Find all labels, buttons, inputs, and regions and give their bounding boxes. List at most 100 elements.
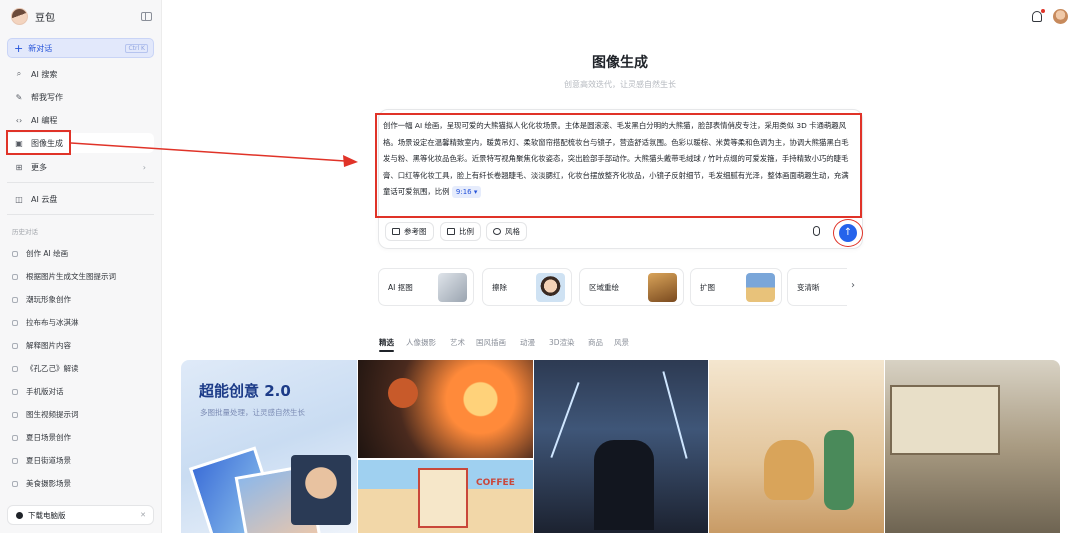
tab-guofeng[interactable]: 国风插画 — [476, 337, 506, 348]
chat-bubble-icon — [12, 365, 18, 372]
history-item[interactable]: 《孔乙己》解读 — [12, 363, 152, 374]
lightning-bolt — [550, 382, 580, 458]
grid-icon: ⊞ — [15, 162, 23, 172]
card-enhance[interactable]: 变清晰 — [787, 268, 847, 306]
chat-bubble-icon — [12, 273, 18, 280]
prompt-input[interactable]: 创作一幅 AI 绘画，呈现可爱的大熊猫拟人化化妆场景。主体是圆滚滚、毛发黑白分明… — [375, 113, 862, 218]
image-icon — [392, 228, 400, 235]
tab-anime[interactable]: 动漫 — [520, 337, 535, 348]
history-item-label: 手机版对话 — [26, 387, 64, 396]
chat-bubble-icon — [12, 457, 18, 464]
tab-art[interactable]: 艺术 — [450, 337, 465, 348]
card-label: 变清晰 — [797, 282, 820, 292]
tool-label: 比例 — [459, 227, 474, 236]
cutout-thumbnail — [438, 273, 467, 302]
sidebar-item-ai-search[interactable]: ⌕ AI 搜索 — [7, 64, 154, 84]
chat-bubble-icon — [12, 342, 18, 349]
arrow-up-icon: ↑ — [843, 227, 853, 238]
history-item-label: 夏日街道场景 — [26, 456, 71, 465]
plus-icon: + — [14, 41, 24, 55]
download-desktop-button[interactable]: 下载电脑版 ✕ — [7, 505, 154, 525]
send-button[interactable]: ↑ — [839, 224, 857, 242]
tab-3d[interactable]: 3D渲染 — [549, 337, 575, 348]
tab-portrait[interactable]: 人像摄影 — [406, 337, 436, 348]
sidebar-item-coding[interactable]: ‹› AI 编程 — [7, 110, 154, 130]
download-icon — [16, 511, 23, 519]
history-item[interactable]: 夏日街道场景 — [12, 455, 152, 466]
history-item-label: 根据图片生成文生图提示词 — [26, 272, 116, 281]
sidebar-item-label: 更多 — [31, 162, 47, 172]
brand[interactable]: 豆包 — [11, 8, 55, 25]
new-chat-button[interactable]: + 新对话 Ctrl K — [7, 38, 154, 58]
code-icon: ‹› — [15, 115, 23, 125]
tool-label: 参考图 — [404, 227, 427, 236]
sidebar-item-label: AI 云盘 — [31, 194, 58, 204]
page-title: 图像生成 — [592, 55, 648, 71]
cloud-drive-icon: ◫ — [15, 194, 23, 204]
close-icon[interactable]: ✕ — [140, 511, 146, 519]
chevron-right-icon: › — [142, 162, 146, 172]
style-button[interactable]: 风格 — [486, 222, 527, 241]
user-avatar[interactable] — [1053, 9, 1068, 24]
brand-avatar — [11, 8, 28, 25]
card-ai-cutout[interactable]: AI 抠图 — [378, 268, 474, 306]
train-car — [890, 385, 1000, 455]
card-outpaint[interactable]: 扩图 — [690, 268, 782, 306]
history-item-label: 图生视频提示词 — [26, 410, 79, 419]
history-item[interactable]: 创作 AI 绘画 — [12, 248, 152, 259]
history-item[interactable]: 手机版对话 — [12, 386, 152, 397]
promo-subtitle: 多图批量处理，让灵感自然生长 — [200, 408, 305, 417]
ratio-button[interactable]: 比例 — [440, 222, 481, 241]
shortcut-hint: Ctrl K — [125, 44, 148, 53]
chat-bubble-icon — [12, 388, 18, 395]
promo-portrait — [291, 455, 351, 525]
chevron-right-icon[interactable]: › — [851, 280, 855, 291]
sidebar-item-label: 帮我写作 — [31, 92, 63, 102]
chat-bubble-icon — [12, 296, 18, 303]
gallery-image-coffee-shop[interactable] — [358, 460, 533, 533]
history-item[interactable]: 美食摄影场景 — [12, 478, 152, 489]
reference-image-button[interactable]: 参考图 — [385, 222, 434, 241]
sidebar-divider — [7, 214, 154, 215]
tab-underline — [379, 350, 394, 352]
history-item[interactable]: 解释图片内容 — [12, 340, 152, 351]
history-item-label: 美食摄影场景 — [26, 479, 71, 488]
history-item-label: 解释图片内容 — [26, 341, 71, 350]
boy-figure — [824, 430, 854, 510]
sidebar-item-cloud-drive[interactable]: ◫ AI 云盘 — [7, 189, 154, 209]
sidebar-item-more[interactable]: ⊞ 更多 › — [7, 157, 154, 177]
repaint-thumbnail — [648, 273, 677, 302]
card-label: AI 抠图 — [388, 282, 413, 292]
history-item-label: 夏日场景创作 — [26, 433, 71, 442]
card-label: 区域重绘 — [589, 282, 619, 292]
sidebar: 豆包 + 新对话 Ctrl K ⌕ AI 搜索 ✎ 帮我写作 ‹› AI 编程 … — [0, 0, 162, 533]
unread-dot — [1041, 9, 1045, 13]
history-item-label: 创作 AI 绘画 — [26, 249, 69, 258]
sidebar-item-writing[interactable]: ✎ 帮我写作 — [7, 87, 154, 107]
gallery-image-space-girl[interactable] — [358, 360, 533, 458]
history-item[interactable]: 根据图片生成文生图提示词 — [12, 271, 152, 282]
download-label: 下载电脑版 — [28, 510, 66, 520]
tab-landscape[interactable]: 风景 — [614, 337, 629, 348]
sidebar-collapse-icon[interactable] — [141, 12, 152, 21]
chat-bubble-icon — [12, 319, 18, 326]
ratio-chip[interactable]: 9:16 ▾ — [451, 186, 482, 198]
card-region-repaint[interactable]: 区域重绘 — [579, 268, 684, 306]
gallery-image-train-station[interactable] — [885, 360, 1060, 533]
gallery-image-dark-knight[interactable] — [534, 360, 708, 533]
history-item[interactable]: 图生视频提示词 — [12, 409, 152, 420]
history-item[interactable]: 拉布布与冰淇淋 — [12, 317, 152, 328]
tab-product[interactable]: 商品 — [588, 337, 603, 348]
sidebar-item-label: AI 搜索 — [31, 69, 58, 79]
page-subtitle: 创意高效迭代，让灵感自然生长 — [564, 80, 676, 89]
tab-featured[interactable]: 精选 — [379, 337, 394, 348]
gallery-image-dog-boy[interactable] — [709, 360, 884, 533]
history-item[interactable]: 潮玩形象创作 — [12, 294, 152, 305]
chat-bubble-icon — [12, 480, 18, 487]
notification-bell-icon[interactable] — [1032, 9, 1045, 22]
pen-icon: ✎ — [15, 92, 23, 102]
card-erase[interactable]: 擦除 — [482, 268, 572, 306]
history-section-label: 历史对话 — [12, 228, 38, 236]
history-item[interactable]: 夏日场景创作 — [12, 432, 152, 443]
microphone-icon[interactable] — [813, 226, 820, 236]
